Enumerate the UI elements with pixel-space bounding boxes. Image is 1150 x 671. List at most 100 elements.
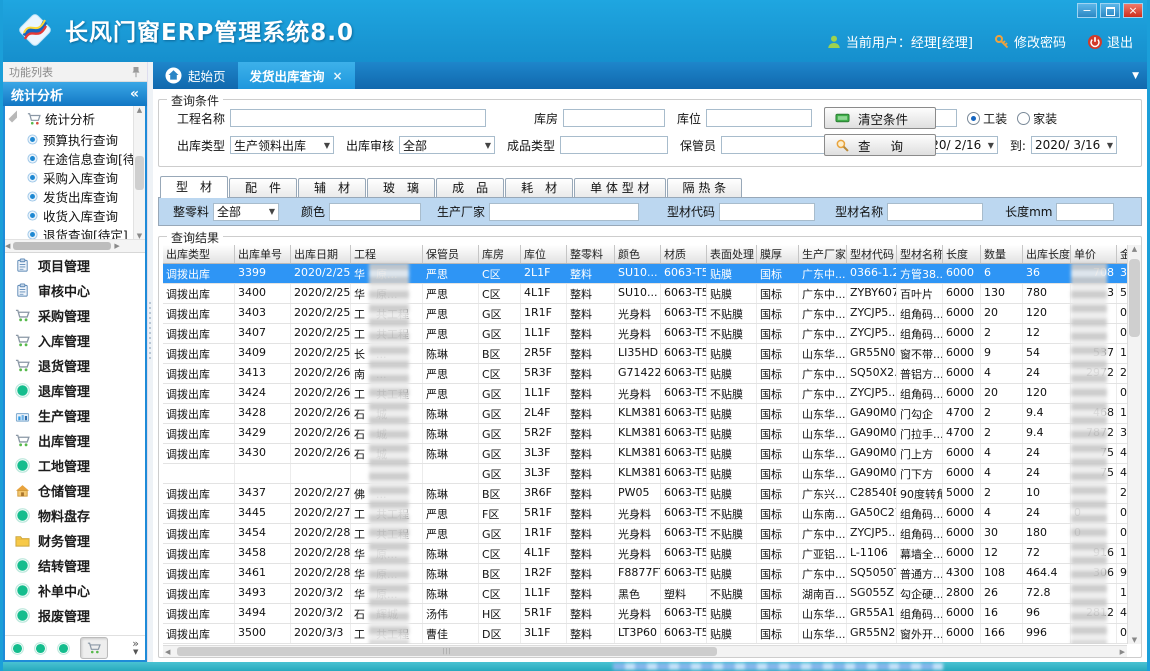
color-input[interactable]: [329, 203, 421, 221]
tab-close-icon[interactable]: ×: [333, 69, 343, 83]
column-header[interactable]: 材质: [661, 245, 707, 263]
material-tab[interactable]: 玻 璃: [367, 178, 435, 198]
tab-home[interactable]: 起始页: [153, 62, 238, 89]
whole-part-select[interactable]: 全部▼: [213, 203, 279, 221]
grid-vertical-scrollbar[interactable]: ▲ ▼: [1127, 245, 1141, 644]
product-type-input[interactable]: [560, 136, 668, 154]
sidebar-item-folder-财务管理[interactable]: 财务管理: [5, 528, 145, 553]
scroll-down-icon[interactable]: ▼: [1132, 636, 1137, 644]
table-row[interactable]: 调拨出库34452020/2/27工 共工程严思F区5R1F整料光身料6063-…: [163, 504, 1127, 524]
tree-root-node[interactable]: 统计分析: [5, 106, 145, 130]
sidebar-section-header[interactable]: 统计分析 «: [3, 82, 147, 106]
quick-dot-icon[interactable]: [11, 642, 24, 655]
sidebar-item-dot-退库管理[interactable]: 退库管理: [5, 378, 145, 403]
tab-overflow-icon[interactable]: ▼: [1132, 71, 1139, 81]
scroll-right-icon[interactable]: ▶: [114, 242, 119, 250]
column-header[interactable]: 出库长度: [1023, 245, 1071, 263]
sidebar-item-clipboard-项目管理[interactable]: 项目管理: [5, 253, 145, 278]
scrollbar-thumb[interactable]: [135, 156, 144, 190]
column-header[interactable]: 长度: [943, 245, 981, 263]
length-input[interactable]: [1056, 203, 1114, 221]
factory-input[interactable]: [489, 203, 639, 221]
radio-gongzhuang[interactable]: 工装: [967, 110, 1007, 127]
sidebar-item-dot-物料盘存[interactable]: 物料盘存: [5, 503, 145, 528]
tab-shipping-outbound-query[interactable]: 发货出库查询 ×: [238, 62, 355, 89]
profile-code-input[interactable]: [719, 203, 815, 221]
date-to-select[interactable]: 2020/ 3/16▼: [1031, 136, 1117, 154]
table-row[interactable]: 调拨出库34032020/2/25工 共工程严思G区1R1F整料光身料6063-…: [163, 304, 1127, 324]
table-row[interactable]: 调拨出库34282020/2/26石 城陈琳G区2L4F整料KLM3817606…: [163, 404, 1127, 424]
sidebar-item-house-仓储管理[interactable]: 仓储管理: [5, 478, 145, 503]
profile-name-input[interactable]: [887, 203, 983, 221]
pin-icon[interactable]: [131, 66, 141, 78]
table-row[interactable]: G区3L3F整料KLM38176063-T5贴膜国标山东华...GA90M09.…: [163, 464, 1127, 484]
table-row[interactable]: 调拨出库34372020/2/27佛 ...陈琳B区3R6F整料PW056063…: [163, 484, 1127, 504]
table-row[interactable]: 调拨出库34242020/2/26工 共工程严思G区1L1F整料光身料6063-…: [163, 384, 1127, 404]
collapse-icon[interactable]: «: [130, 86, 139, 102]
column-header[interactable]: 库房: [479, 245, 521, 263]
tree-expander-icon[interactable]: [9, 110, 26, 127]
table-row[interactable]: 调拨出库34542020/2/28工 共工程严思G区1R1F整料光身料6063-…: [163, 524, 1127, 544]
material-tab[interactable]: 单 体 型 材: [574, 178, 665, 198]
scroll-up-icon[interactable]: ▲: [1132, 245, 1137, 253]
tree-item[interactable]: 预算执行查询: [5, 130, 145, 149]
scrollbar-thumb[interactable]: |||: [177, 647, 717, 656]
sidebar-item-dot-补单中心[interactable]: 补单中心: [5, 578, 145, 603]
close-button[interactable]: ×: [1123, 3, 1143, 18]
minimize-button[interactable]: −: [1077, 3, 1097, 18]
column-header[interactable]: 出库日期: [291, 245, 351, 263]
table-row[interactable]: 调拨出库34302020/2/26石 城陈琳G区3L3F整料KLM3817606…: [163, 444, 1127, 464]
material-tab[interactable]: 隔 热 条: [667, 178, 743, 198]
column-header[interactable]: 整零料: [567, 245, 615, 263]
tree-item[interactable]: 发货出库查询: [5, 187, 145, 206]
column-header[interactable]: 单价: [1071, 245, 1117, 263]
sidebar-item-chart-生产管理[interactable]: 生产管理: [5, 403, 145, 428]
column-header[interactable]: 型材名称: [897, 245, 943, 263]
sidebar-item-cart-出库管理[interactable]: 出库管理: [5, 428, 145, 453]
column-header[interactable]: 数量: [981, 245, 1023, 263]
material-tab[interactable]: 耗 材: [505, 178, 573, 198]
table-row[interactable]: 调拨出库35002020/3/3工 共工程曹佳D区3L1F整料LT3P60606…: [163, 624, 1127, 644]
scroll-left-icon[interactable]: ◀: [165, 648, 170, 656]
project-name-input[interactable]: [230, 109, 486, 127]
sidebar-item-cart-采购管理[interactable]: 采购管理: [5, 303, 145, 328]
scroll-left-icon[interactable]: ◀: [5, 242, 10, 250]
clear-conditions-button[interactable]: 清空条件: [824, 107, 936, 129]
sidebar-item-dot-报废管理[interactable]: 报废管理: [5, 603, 145, 628]
table-row[interactable]: 调拨出库33992020/2/25华 原...严思C区2L1F整料SU10...…: [163, 264, 1127, 284]
sidebar-item-dot-工地管理[interactable]: 工地管理: [5, 453, 145, 478]
column-header[interactable]: 表面处理: [707, 245, 757, 263]
table-row[interactable]: 调拨出库34942020/3/2石 辉城汤伟H区5R1F整料光身料6063-T5…: [163, 604, 1127, 624]
cart-shortcut-button[interactable]: [80, 637, 108, 659]
table-row[interactable]: 调拨出库34292020/2/26石 城陈琳G区5R2F整料KLM3817606…: [163, 424, 1127, 444]
column-header[interactable]: 保管员: [423, 245, 479, 263]
scrollbar-thumb[interactable]: [13, 242, 111, 250]
outbound-type-select[interactable]: 生产领料出库▼: [230, 136, 334, 154]
radio-jiazhuang[interactable]: 家装: [1017, 110, 1057, 127]
scrollbar-thumb[interactable]: [1129, 259, 1140, 337]
tree-item[interactable]: 采购入库查询: [5, 168, 145, 187]
location-input[interactable]: [706, 109, 812, 127]
tree-item[interactable]: 收货入库查询: [5, 206, 145, 225]
column-header[interactable]: 出库类型: [163, 245, 235, 263]
warehouse-input[interactable]: [563, 109, 665, 127]
sidebar-item-clipboard-审核中心[interactable]: 审核中心: [5, 278, 145, 303]
sidebar-item-dot-结转管理[interactable]: 结转管理: [5, 553, 145, 578]
quick-dot-icon[interactable]: [34, 642, 47, 655]
column-header[interactable]: 出库单号: [235, 245, 291, 263]
column-header[interactable]: 型材代码: [847, 245, 897, 263]
column-header[interactable]: 颜色: [615, 245, 661, 263]
column-header[interactable]: 膜厚: [757, 245, 799, 263]
table-row[interactable]: 调拨出库34932020/3/2华 原...陈琳C区1L1F整料黑色塑料不贴膜国…: [163, 584, 1127, 604]
material-tab[interactable]: 辅 材: [298, 178, 366, 198]
quick-dot-icon[interactable]: [57, 642, 70, 655]
table-row[interactable]: 调拨出库34612020/2/28华 原...陈琳B区1R2F整料F8877FT…: [163, 564, 1127, 584]
table-row[interactable]: 调拨出库34002020/2/25华 原...严思C区4L1F整料SU10...…: [163, 284, 1127, 304]
change-password-button[interactable]: 修改密码: [994, 32, 1066, 51]
expand-more-button[interactable]: »▼: [132, 639, 139, 657]
tree-vertical-scrollbar[interactable]: ▲ ▼: [133, 106, 145, 240]
table-row[interactable]: 调拨出库34092020/2/25长 ...陈琳B区2R5F整料LI35HD60…: [163, 344, 1127, 364]
material-tab[interactable]: 型 材: [160, 176, 228, 198]
keeper-input[interactable]: [721, 136, 827, 154]
scroll-up-icon[interactable]: ▲: [137, 106, 142, 114]
